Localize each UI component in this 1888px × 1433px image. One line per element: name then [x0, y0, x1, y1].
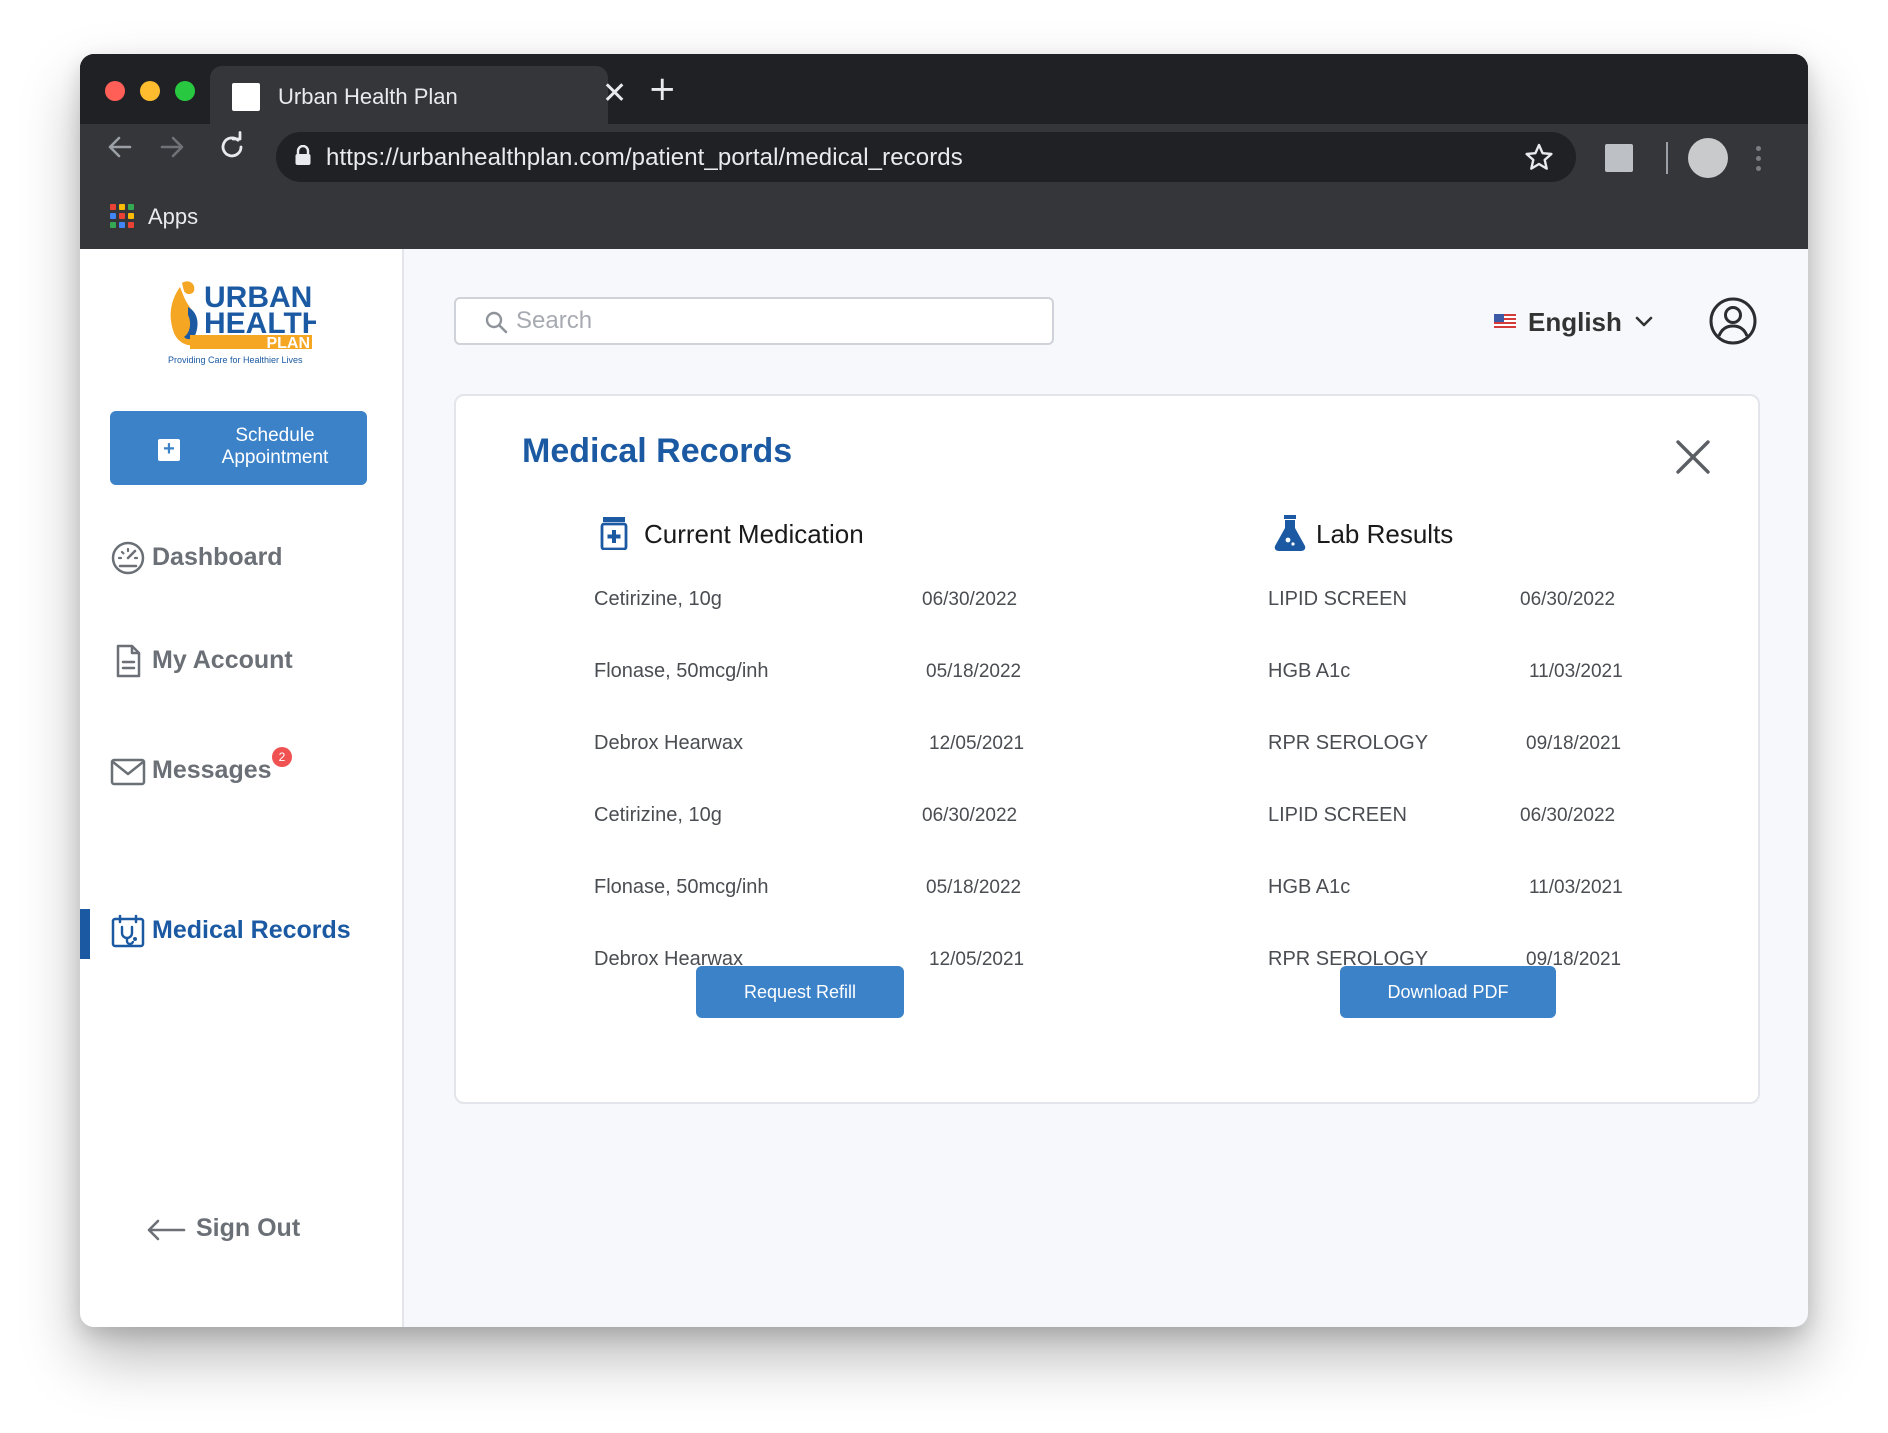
- favicon-icon: [232, 83, 260, 111]
- chevron-down-icon: [1635, 316, 1653, 327]
- download-pdf-button[interactable]: Download PDF: [1340, 966, 1556, 1018]
- medical-records-panel: Medical Records Current Medication Lab R…: [454, 394, 1760, 1104]
- bookmark-star-icon[interactable]: [1524, 142, 1554, 172]
- schedule-label-line1: Schedule: [235, 425, 315, 446]
- medication-name: Flonase, 50mcg/inh: [594, 660, 769, 682]
- sidebar-item-label: Messages: [152, 756, 272, 784]
- medication-row[interactable]: Cetirizine, 10g 06/30/2022: [594, 588, 1036, 618]
- arrow-left-icon: [147, 1219, 186, 1241]
- medication-row[interactable]: Flonase, 50mcg/inh 05/18/2022: [594, 876, 1036, 906]
- lab-result-row[interactable]: LIPID SCREEN 06/30/2022: [1268, 804, 1668, 834]
- medication-name: Cetirizine, 10g: [594, 804, 722, 826]
- lab-test-name: HGB A1c: [1268, 876, 1351, 898]
- lab-test-name: LIPID SCREEN: [1268, 588, 1407, 610]
- medication-heading-label: Current Medication: [644, 519, 864, 549]
- urban-health-plan-logo[interactable]: URBAN HEALTH PLAN Providing Care for Hea…: [166, 277, 316, 367]
- schedule-label-line2: Appointment: [221, 447, 329, 468]
- lab-test-date: 11/03/2021: [1529, 877, 1623, 898]
- sidebar-item-medical-records[interactable]: Medical Records: [110, 909, 380, 953]
- sidebar-item-messages[interactable]: Messages 2: [110, 747, 380, 793]
- active-item-indicator: [80, 909, 90, 959]
- logo-word-plan: PLAN: [266, 335, 310, 352]
- browser-chrome: Urban Health Plan ✕ + https://urbanhealt…: [80, 54, 1808, 249]
- medication-name: Flonase, 50mcg/inh: [594, 876, 769, 898]
- medication-row[interactable]: Flonase, 50mcg/inh 05/18/2022: [594, 660, 1036, 690]
- language-selector[interactable]: English: [1494, 302, 1664, 342]
- panel-title: Medical Records: [522, 432, 793, 470]
- search-input[interactable]: [516, 307, 1016, 335]
- user-profile-icon[interactable]: [1708, 296, 1758, 346]
- toolbar-divider: [1666, 142, 1668, 174]
- sidebar-item-my-account[interactable]: My Account: [110, 639, 380, 683]
- lab-heading-label: Lab Results: [1316, 519, 1454, 549]
- lab-test-date: 06/30/2022: [1520, 805, 1616, 826]
- medication-date: 05/18/2022: [926, 661, 1022, 682]
- language-label: English: [1528, 307, 1622, 337]
- unread-count-badge: 2: [272, 747, 292, 767]
- back-arrow-icon[interactable]: [104, 131, 136, 163]
- url-text: https://urbanhealthplan.com/patient_port…: [326, 144, 963, 171]
- lab-results-heading: Lab Results: [1272, 514, 1532, 554]
- logo-tagline: Providing Care for Healthier Lives: [168, 355, 303, 365]
- lab-test-date: 09/18/2021: [1526, 733, 1622, 754]
- reload-icon[interactable]: [216, 131, 248, 163]
- lab-test-name: LIPID SCREEN: [1268, 804, 1407, 826]
- apps-grid-icon[interactable]: [110, 204, 134, 228]
- search-box: [454, 297, 1054, 345]
- bookmark-apps-link[interactable]: Apps: [148, 204, 198, 230]
- close-icon[interactable]: [1674, 438, 1712, 476]
- lab-test-name: HGB A1c: [1268, 660, 1351, 682]
- dashboard-gauge-icon: [111, 541, 145, 575]
- medication-date: 12/05/2021: [929, 733, 1025, 754]
- sign-out-label: Sign Out: [196, 1214, 301, 1242]
- search-icon: [485, 311, 508, 334]
- medication-row[interactable]: Cetirizine, 10g 06/30/2022: [594, 804, 1036, 834]
- envelope-icon: [110, 758, 146, 786]
- medication-date: 12/05/2021: [929, 949, 1025, 970]
- browser-window: Urban Health Plan ✕ + https://urbanhealt…: [80, 54, 1808, 1327]
- medication-name: Cetirizine, 10g: [594, 588, 722, 610]
- sidebar: URBAN HEALTH PLAN Providing Care for Hea…: [80, 249, 404, 1327]
- schedule-appointment-button[interactable]: + Schedule Appointment: [110, 411, 367, 485]
- maximize-window-button[interactable]: [175, 81, 195, 101]
- address-bar[interactable]: https://urbanhealthplan.com/patient_port…: [276, 132, 1576, 182]
- lab-test-date: 06/30/2022: [1520, 589, 1616, 610]
- medication-date: 05/18/2022: [926, 877, 1022, 898]
- browser-menu-icon[interactable]: [1756, 146, 1762, 176]
- sign-out-button[interactable]: Sign Out: [146, 1209, 346, 1249]
- medication-name: Debrox Hearwax: [594, 732, 743, 754]
- browser-profile-avatar[interactable]: [1688, 138, 1728, 178]
- sidebar-item-label: Medical Records: [152, 916, 351, 944]
- lock-icon: [295, 145, 311, 165]
- lab-result-row[interactable]: HGB A1c 11/03/2021: [1268, 660, 1668, 690]
- lab-test-date: 11/03/2021: [1529, 661, 1623, 682]
- tab-title: Urban Health Plan: [278, 84, 458, 109]
- new-tab-button[interactable]: +: [648, 72, 677, 106]
- lab-result-row[interactable]: RPR SEROLOGY 09/18/2021: [1268, 732, 1668, 762]
- medication-date: 06/30/2022: [922, 805, 1018, 826]
- us-flag-icon: [1494, 314, 1516, 328]
- sidebar-item-label: My Account: [152, 646, 293, 674]
- sidebar-item-label: Dashboard: [152, 543, 283, 571]
- medical-records-icon: [111, 914, 145, 948]
- extension-icon[interactable]: [1605, 144, 1633, 172]
- document-icon: [116, 644, 141, 678]
- minimize-window-button[interactable]: [140, 81, 160, 101]
- medication-row[interactable]: Debrox Hearwax 12/05/2021: [594, 732, 1036, 762]
- request-refill-button[interactable]: Request Refill: [696, 966, 904, 1018]
- medication-date: 06/30/2022: [922, 589, 1018, 610]
- close-window-button[interactable]: [105, 81, 125, 101]
- forward-arrow-icon[interactable]: [156, 131, 188, 163]
- lab-flask-icon: [1274, 515, 1306, 551]
- lab-test-name: RPR SEROLOGY: [1268, 732, 1429, 754]
- browser-tab[interactable]: Urban Health Plan ✕: [210, 66, 627, 124]
- medicine-bottle-icon: [600, 517, 628, 550]
- sidebar-item-dashboard[interactable]: Dashboard: [110, 536, 380, 580]
- current-medication-heading: Current Medication: [600, 514, 920, 554]
- tab-strip: Urban Health Plan ✕ +: [80, 54, 1808, 124]
- lab-result-row[interactable]: LIPID SCREEN 06/30/2022: [1268, 588, 1668, 618]
- plus-icon: +: [158, 439, 180, 461]
- tab-close-icon[interactable]: ✕: [602, 79, 627, 109]
- lab-result-row[interactable]: HGB A1c 11/03/2021: [1268, 876, 1668, 906]
